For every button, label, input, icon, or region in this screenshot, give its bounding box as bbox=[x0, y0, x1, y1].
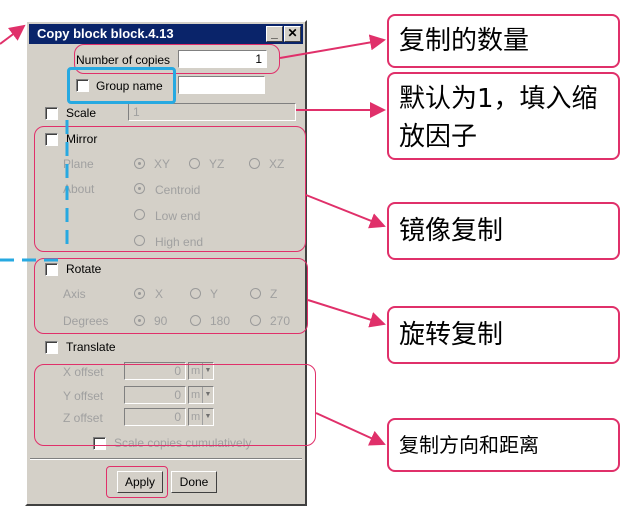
title-arrow bbox=[0, 24, 26, 45]
rotate-arrow bbox=[307, 299, 386, 328]
callout-scale: 默认为1，填入缩放因子 bbox=[387, 72, 620, 160]
copies-arrow bbox=[279, 34, 386, 59]
callout-copies: 复制的数量 bbox=[387, 14, 620, 68]
callout-translate: 复制方向和距离 bbox=[387, 418, 620, 472]
callout-rotate: 旋转复制 bbox=[387, 306, 620, 364]
translate-arrow bbox=[315, 412, 386, 446]
mirror-arrow bbox=[305, 194, 386, 229]
callout-mirror: 镜像复制 bbox=[387, 202, 620, 260]
